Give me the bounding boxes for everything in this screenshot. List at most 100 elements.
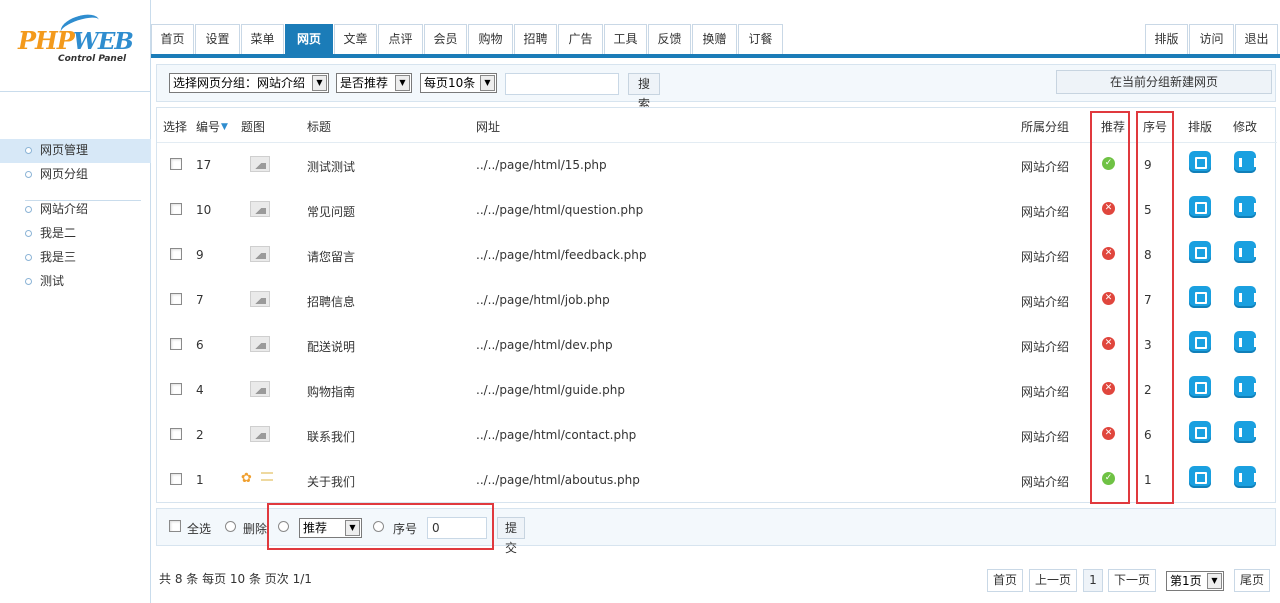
tab-gifts[interactable]: 换赠: [692, 24, 737, 54]
row-checkbox[interactable]: [170, 338, 182, 350]
recommend-filter-select[interactable]: 是否推荐 ▼: [336, 73, 412, 93]
layout-icon[interactable]: [1189, 196, 1211, 218]
row-id: 4: [196, 383, 204, 397]
tab-menu[interactable]: 菜单: [241, 24, 284, 54]
next-page-button[interactable]: 下一页: [1108, 569, 1156, 592]
row-group: 网站介绍: [1021, 340, 1070, 354]
row-checkbox[interactable]: [170, 293, 182, 305]
row-title[interactable]: 关于我们: [307, 473, 355, 490]
row-id: 10: [196, 203, 212, 217]
row-title[interactable]: 配送说明: [307, 338, 355, 355]
row-title[interactable]: 请您留言: [307, 248, 355, 265]
layout-icon[interactable]: [1189, 151, 1211, 173]
row-id: 17: [196, 158, 212, 172]
row-group: 网站介绍: [1021, 250, 1070, 264]
sidebar-item-label: 网站介绍: [40, 202, 89, 216]
row-url[interactable]: ../../page/html/contact.php: [476, 428, 636, 442]
row-checkbox[interactable]: [170, 473, 182, 485]
edit-icon[interactable]: [1234, 241, 1260, 263]
tab-ordering[interactable]: 订餐: [738, 24, 783, 54]
row-title[interactable]: 购物指南: [307, 383, 355, 400]
row-title[interactable]: 招聘信息: [307, 293, 355, 310]
edit-icon[interactable]: [1234, 286, 1260, 308]
new-page-button[interactable]: 在当前分组新建网页: [1056, 70, 1272, 94]
row-url[interactable]: ../../page/html/15.php: [476, 158, 607, 172]
tab-visit[interactable]: 访问: [1189, 24, 1234, 54]
row-checkbox[interactable]: [170, 383, 182, 395]
row-title[interactable]: 联系我们: [307, 428, 355, 445]
row-group: 网站介绍: [1021, 295, 1070, 309]
row-url[interactable]: ../../page/html/dev.php: [476, 338, 613, 352]
prev-page-button[interactable]: 上一页: [1029, 569, 1077, 592]
layout-icon[interactable]: [1189, 331, 1211, 353]
last-page-button[interactable]: 尾页: [1234, 569, 1270, 592]
row-title[interactable]: 测试测试: [307, 158, 355, 175]
row-checkbox[interactable]: [170, 203, 182, 215]
edit-icon[interactable]: [1234, 376, 1260, 398]
logo-web: WEB: [73, 28, 134, 55]
submit-button[interactable]: 提交: [497, 517, 525, 555]
tab-members[interactable]: 会员: [424, 24, 467, 54]
tab-pages[interactable]: 网页: [285, 24, 333, 54]
tab-jobs[interactable]: 招聘: [514, 24, 557, 54]
row-group: 网站介绍: [1021, 385, 1070, 399]
select-all-label: 全选: [187, 522, 212, 536]
sidebar-item-page-groups[interactable]: 网页分组: [0, 163, 151, 187]
tab-layout[interactable]: 排版: [1145, 24, 1188, 54]
current-page[interactable]: 1: [1083, 569, 1103, 592]
tab-shopping[interactable]: 购物: [468, 24, 513, 54]
edit-icon[interactable]: [1234, 421, 1260, 443]
tab-articles[interactable]: 文章: [334, 24, 377, 54]
dropdown-arrow-icon: ▼: [312, 75, 327, 91]
sidebar-item-label: 我是三: [40, 250, 77, 264]
layout-icon[interactable]: [1189, 376, 1211, 398]
search-input[interactable]: [505, 73, 619, 95]
layout-icon[interactable]: [1189, 241, 1211, 263]
sidebar-item-page-3[interactable]: 我是三: [0, 246, 151, 270]
edit-icon[interactable]: [1234, 331, 1260, 353]
bullet-icon: [25, 278, 32, 285]
edit-icon[interactable]: [1234, 196, 1260, 218]
row-url[interactable]: ../../page/html/job.php: [476, 293, 610, 307]
recommend-column-highlight: [1090, 111, 1130, 504]
sidebar-item-page-2[interactable]: 我是二: [0, 222, 151, 246]
tab-bar-underline: [151, 54, 1280, 58]
sidebar-item-site-intro[interactable]: 网站介绍: [0, 198, 151, 222]
tab-tools[interactable]: 工具: [604, 24, 647, 54]
header-id[interactable]: 编号: [196, 118, 220, 135]
sort-desc-icon[interactable]: ▼: [221, 122, 228, 132]
row-title[interactable]: 常见问题: [307, 203, 355, 220]
layout-icon[interactable]: [1189, 421, 1211, 443]
group-select[interactable]: 选择网页分组：网站介绍 ▼: [169, 73, 329, 93]
edit-icon[interactable]: [1234, 151, 1260, 173]
row-url[interactable]: ../../page/html/guide.php: [476, 383, 625, 397]
edit-icon[interactable]: [1234, 466, 1260, 488]
image-thumb-icon: [250, 246, 270, 262]
first-page-button[interactable]: 首页: [987, 569, 1023, 592]
per-page-select[interactable]: 每页10条 ▼: [420, 73, 497, 93]
sidebar-item-test[interactable]: 测试: [0, 270, 151, 294]
recommend-filter-value: 是否推荐: [340, 76, 389, 90]
tab-home[interactable]: 首页: [151, 24, 194, 54]
select-all-checkbox[interactable]: [169, 520, 181, 532]
row-checkbox[interactable]: [170, 158, 182, 170]
delete-radio[interactable]: [225, 521, 236, 532]
search-button[interactable]: 搜索: [628, 73, 660, 111]
tab-settings[interactable]: 设置: [195, 24, 240, 54]
tab-logout[interactable]: 退出: [1235, 24, 1278, 54]
tab-feedback[interactable]: 反馈: [648, 24, 691, 54]
page-select[interactable]: 第1页 ▼: [1166, 571, 1224, 591]
row-url[interactable]: ../../page/html/aboutus.php: [476, 473, 640, 487]
tab-reviews[interactable]: 点评: [378, 24, 423, 54]
row-checkbox[interactable]: [170, 428, 182, 440]
row-checkbox[interactable]: [170, 248, 182, 260]
top-nav: 首页 设置 菜单 网页 文章 点评 会员 购物 招聘 广告 工具 反馈 换赠 订…: [151, 0, 1280, 58]
sidebar-item-page-manage[interactable]: 网页管理: [0, 139, 151, 163]
bullet-icon: [25, 171, 32, 178]
image-thumb-icon: [250, 336, 270, 352]
tab-ads[interactable]: 广告: [558, 24, 603, 54]
row-url[interactable]: ../../page/html/feedback.php: [476, 248, 647, 262]
layout-icon[interactable]: [1189, 466, 1211, 488]
row-url[interactable]: ../../page/html/question.php: [476, 203, 643, 217]
layout-icon[interactable]: [1189, 286, 1211, 308]
